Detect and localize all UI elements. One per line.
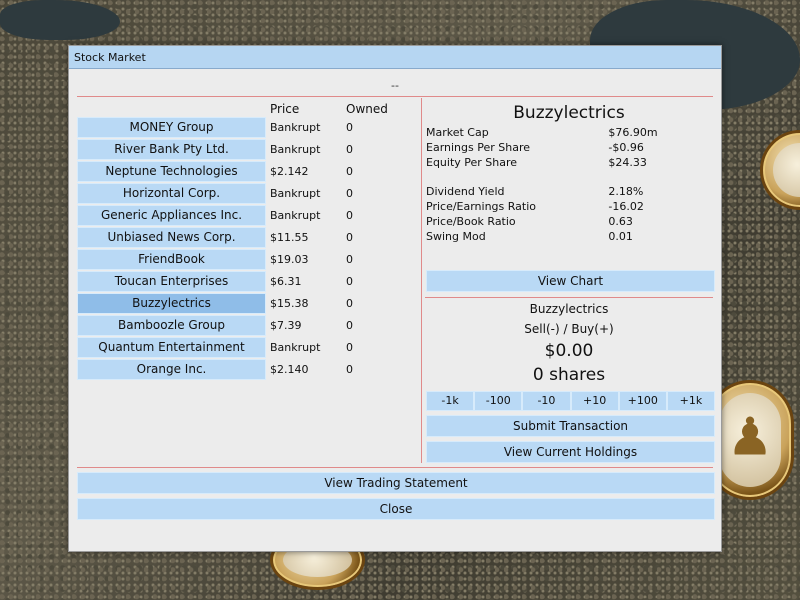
company-price: $6.31 — [270, 274, 302, 288]
bottom-divider — [77, 467, 713, 468]
metric-row: Price/Earnings Ratio -16.02 — [426, 200, 644, 213]
metric-row: Swing Mod 0.01 — [426, 230, 633, 243]
metric-row: Equity Per Share $24.33 — [426, 156, 647, 169]
minus-10-button[interactable]: -10 — [522, 391, 571, 411]
map-medal-building[interactable] — [760, 130, 800, 210]
pawn-icon: ♟ — [726, 407, 774, 468]
company-owned: 0 — [346, 164, 353, 178]
stock-market-dialog: Stock Market -- Price Owned MONEY Group B… — [68, 45, 722, 552]
view-holdings-button[interactable]: View Current Holdings — [426, 441, 715, 463]
company-button[interactable]: Bamboozle Group — [77, 314, 266, 336]
close-button[interactable]: Close — [77, 498, 715, 520]
company-button[interactable]: Horizontal Corp. — [77, 182, 266, 204]
company-button[interactable]: Unbiased News Corp. — [77, 226, 266, 248]
company-row: Toucan Enterprises $6.31 0 — [77, 270, 422, 292]
company-price: $19.03 — [270, 252, 309, 266]
company-detail-title: Buzzylectrics — [513, 103, 625, 123]
price-column-header: Price — [270, 102, 300, 116]
company-price: $11.55 — [270, 230, 309, 244]
company-row: River Bank Pty Ltd. Bankrupt 0 — [77, 138, 422, 160]
dialog-title: Stock Market — [69, 46, 721, 69]
company-row: Horizontal Corp. Bankrupt 0 — [77, 182, 422, 204]
company-button[interactable]: Neptune Technologies — [77, 160, 266, 182]
plus-1k-button[interactable]: +1k — [666, 391, 716, 411]
company-owned: 0 — [346, 318, 353, 332]
metric-row: Dividend Yield 2.18% — [426, 185, 644, 198]
company-button[interactable]: FriendBook — [77, 248, 266, 270]
metric-row: Market Cap $76.90m — [426, 126, 658, 139]
company-button[interactable]: Orange Inc. — [77, 358, 266, 380]
company-row: Buzzylectrics $15.38 0 — [77, 292, 422, 314]
company-owned: 0 — [346, 120, 353, 134]
company-owned: 0 — [346, 274, 353, 288]
owned-column-header: Owned — [346, 102, 388, 116]
company-row: Orange Inc. $2.140 0 — [77, 358, 422, 380]
company-owned: 0 — [346, 208, 353, 222]
company-price: $15.38 — [270, 296, 309, 310]
right-divider — [425, 297, 713, 298]
company-button[interactable]: Buzzylectrics — [77, 292, 266, 314]
company-metrics: Market Cap $76.90m Earnings Per Share -$0.… — [426, 125, 666, 244]
metric-row: Price/Book Ratio 0.63 — [426, 215, 633, 228]
plus-10-button[interactable]: +10 — [570, 391, 619, 411]
company-button[interactable]: Quantum Entertainment — [77, 336, 266, 358]
company-button[interactable]: MONEY Group — [77, 116, 266, 138]
company-button[interactable]: Toucan Enterprises — [77, 270, 266, 292]
company-price: Bankrupt — [270, 120, 321, 134]
company-row: Unbiased News Corp. $11.55 0 — [77, 226, 422, 248]
company-owned: 0 — [346, 252, 353, 266]
company-price: $2.142 — [270, 164, 309, 178]
transaction-mode: Sell(-) / Buy(+) — [524, 322, 614, 336]
company-owned: 0 — [346, 296, 353, 310]
company-owned: 0 — [346, 142, 353, 156]
company-price: Bankrupt — [270, 340, 321, 354]
quantity-buttons: -1k -100 -10 +10 +100 +1k — [426, 391, 716, 411]
company-price: Bankrupt — [270, 186, 321, 200]
company-row: Quantum Entertainment Bankrupt 0 — [77, 336, 422, 358]
company-price: $2.140 — [270, 362, 309, 376]
view-chart-button[interactable]: View Chart — [426, 270, 715, 292]
plus-100-button[interactable]: +100 — [618, 391, 667, 411]
company-row: FriendBook $19.03 0 — [77, 248, 422, 270]
transaction-company: Buzzylectrics — [529, 302, 609, 316]
company-row: Generic Appliances Inc. Bankrupt 0 — [77, 204, 422, 226]
company-button[interactable]: Generic Appliances Inc. — [77, 204, 266, 226]
top-divider — [77, 96, 713, 97]
submit-transaction-button[interactable]: Submit Transaction — [426, 415, 715, 437]
company-owned: 0 — [346, 340, 353, 354]
company-owned: 0 — [346, 230, 353, 244]
transaction-shares: 0 shares — [532, 365, 606, 385]
transaction-amount: $0.00 — [544, 341, 594, 361]
company-row: MONEY Group Bankrupt 0 — [77, 116, 422, 138]
company-button[interactable]: River Bank Pty Ltd. — [77, 138, 266, 160]
water-area — [0, 0, 120, 40]
metric-row: Earnings Per Share -$0.96 — [426, 141, 644, 154]
company-owned: 0 — [346, 362, 353, 376]
minus-1k-button[interactable]: -1k — [426, 391, 475, 411]
company-price: Bankrupt — [270, 142, 321, 156]
minus-100-button[interactable]: -100 — [474, 391, 523, 411]
company-owned: 0 — [346, 186, 353, 200]
dialog-subtitle: -- — [391, 79, 399, 92]
company-row: Bamboozle Group $7.39 0 — [77, 314, 422, 336]
company-row: Neptune Technologies $2.142 0 — [77, 160, 422, 182]
view-trading-statement-button[interactable]: View Trading Statement — [77, 472, 715, 494]
company-price: Bankrupt — [270, 208, 321, 222]
company-list: MONEY Group Bankrupt 0 River Bank Pty Ltd. B… — [77, 116, 422, 380]
company-price: $7.39 — [270, 318, 302, 332]
